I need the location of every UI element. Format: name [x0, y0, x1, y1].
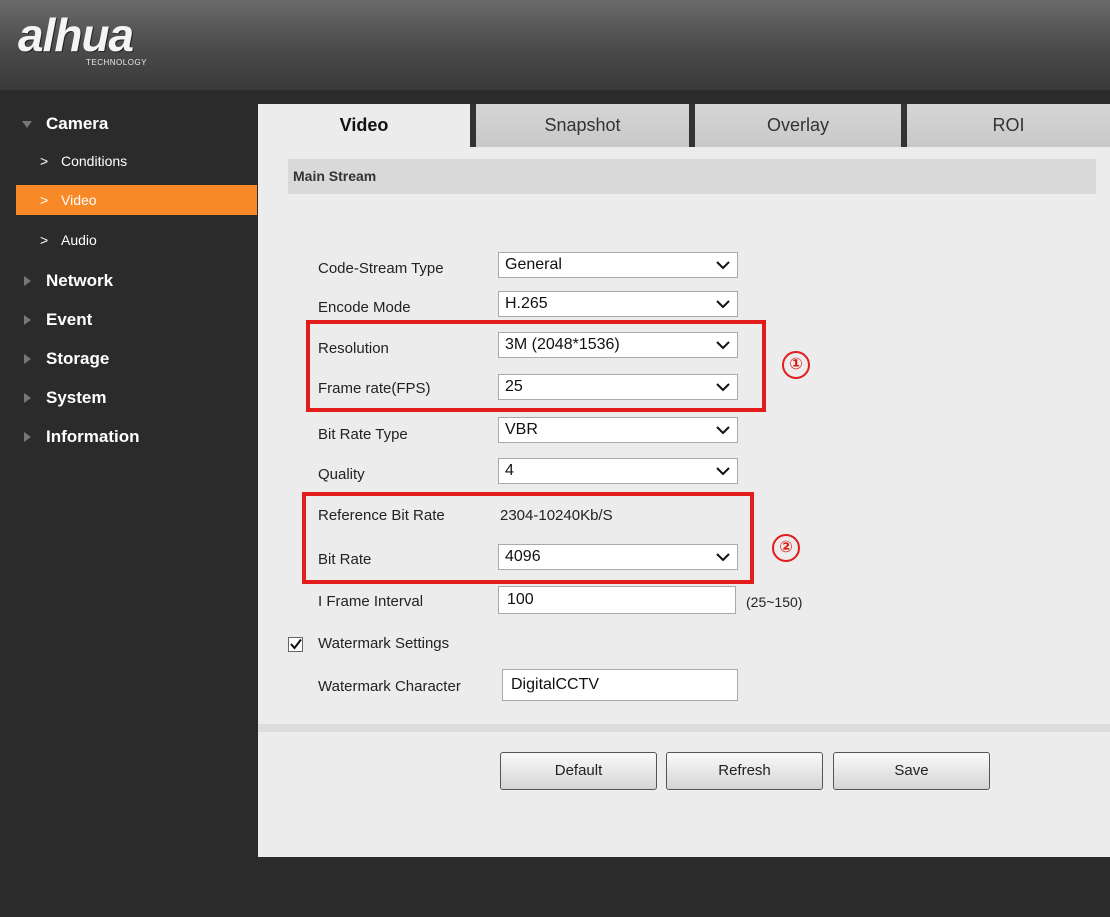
tab-roi[interactable]: ROI	[901, 104, 1110, 147]
collapsed-triangle-icon	[24, 393, 31, 403]
bit-rate-type-label: Bit Rate Type	[318, 426, 408, 443]
brand-logo: alhua TECHNOLOGY	[18, 9, 147, 67]
sidebar-item-label: Video	[61, 192, 97, 208]
brand-tagline: TECHNOLOGY	[86, 58, 148, 67]
encode-mode-label: Encode Mode	[318, 299, 411, 316]
sidebar-item-video[interactable]: > Video	[16, 185, 257, 215]
tab-video[interactable]: Video	[258, 104, 470, 147]
callout-number-1: ①	[782, 351, 810, 379]
expanded-triangle-icon	[22, 121, 32, 128]
i-frame-interval-input[interactable]: 100	[498, 586, 736, 614]
chevron-down-icon	[716, 426, 730, 435]
bit-rate-type-select[interactable]: VBR	[498, 417, 738, 443]
collapsed-triangle-icon	[24, 354, 31, 364]
save-button[interactable]: Save	[833, 752, 990, 790]
select-value: General	[505, 256, 562, 273]
chevron-right-icon: >	[40, 153, 49, 169]
section-title-main-stream: Main Stream	[288, 159, 1096, 194]
select-value: 4	[505, 462, 514, 479]
chevron-down-icon	[716, 261, 730, 270]
watermark-character-label: Watermark Character	[318, 678, 461, 695]
main-content-panel: Video Snapshot Overlay ROI Main Stream C…	[258, 104, 1110, 857]
chevron-right-icon: >	[40, 232, 49, 248]
code-stream-type-label: Code-Stream Type	[318, 260, 444, 277]
sidebar-item-conditions[interactable]: > Conditions	[16, 146, 257, 176]
sidebar-item-audio[interactable]: > Audio	[16, 225, 257, 255]
select-value: H.265	[505, 295, 548, 312]
sidebar-section-label: Network	[46, 271, 114, 290]
i-frame-interval-range-hint: (25~150)	[746, 594, 803, 610]
chevron-down-icon	[716, 467, 730, 476]
callout-box-1	[306, 320, 766, 412]
tab-overlay[interactable]: Overlay	[689, 104, 901, 147]
sidebar-section-label: Information	[46, 427, 140, 446]
collapsed-triangle-icon	[24, 432, 31, 442]
brand-logo-text: alhua	[18, 9, 134, 61]
select-value: VBR	[505, 421, 538, 438]
encode-mode-select[interactable]: H.265	[498, 291, 738, 317]
chevron-right-icon: >	[40, 192, 49, 208]
watermark-settings-checkbox[interactable]	[288, 637, 303, 652]
quality-select[interactable]: 4	[498, 458, 738, 484]
collapsed-triangle-icon	[24, 315, 31, 325]
callout-number-2: ②	[772, 534, 800, 562]
i-frame-interval-label: I Frame Interval	[318, 593, 424, 610]
watermark-settings-label: Watermark Settings	[318, 635, 450, 652]
sidebar-section-label: Event	[46, 310, 93, 329]
sidebar-section-label: System	[46, 388, 107, 407]
refresh-button[interactable]: Refresh	[666, 752, 823, 790]
sidebar-item-label: Conditions	[61, 153, 128, 169]
footer-divider	[258, 724, 1110, 732]
sidebar-item-label: Audio	[61, 232, 97, 248]
callout-box-2	[302, 492, 754, 584]
top-header-bar: alhua TECHNOLOGY	[0, 0, 1110, 90]
quality-label: Quality	[318, 466, 365, 483]
tab-snapshot[interactable]: Snapshot	[470, 104, 689, 147]
checkmark-icon	[290, 638, 302, 650]
code-stream-type-select[interactable]: General	[498, 252, 738, 278]
watermark-character-input[interactable]: DigitalCCTV	[502, 669, 738, 701]
collapsed-triangle-icon	[24, 276, 31, 286]
default-button[interactable]: Default	[500, 752, 657, 790]
chevron-down-icon	[716, 300, 730, 309]
sidebar-section-label: Camera	[46, 114, 109, 133]
sidebar-section-label: Storage	[46, 349, 110, 368]
